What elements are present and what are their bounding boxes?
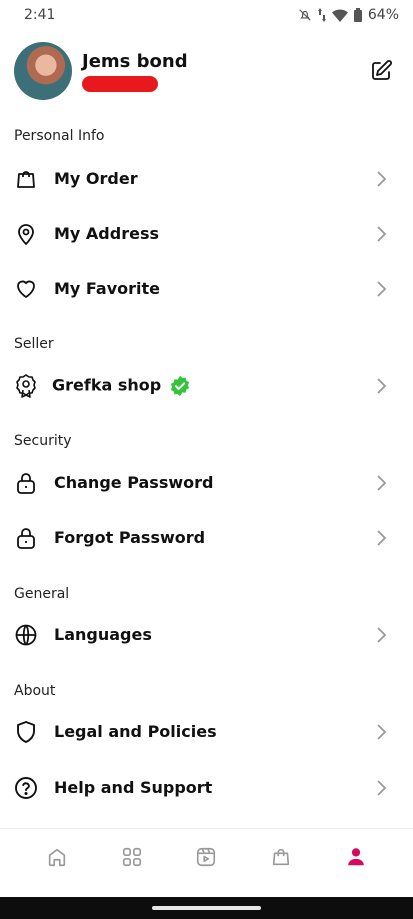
data-arrows-icon — [317, 8, 326, 22]
menu-label: My Order — [54, 169, 138, 188]
shopping-bag-icon — [272, 848, 290, 865]
lock-icon — [17, 472, 35, 494]
status-time: 2:41 — [24, 7, 56, 23]
menu-my-order[interactable]: My Order — [0, 151, 413, 206]
help-circle-icon — [15, 776, 37, 799]
system-nav-bar — [0, 897, 413, 919]
section-about: About — [14, 683, 56, 699]
notifications-off-icon — [299, 9, 311, 21]
nav-categories[interactable] — [118, 843, 146, 871]
person-icon — [347, 847, 364, 865]
heart-icon — [17, 280, 35, 298]
home-icon — [49, 848, 66, 866]
verified-badge-icon — [171, 375, 190, 396]
grid-icon — [122, 847, 141, 866]
menu-label-wrap: Grefka shop — [52, 375, 191, 397]
menu-label: Legal and Policies — [54, 722, 217, 741]
menu-languages[interactable]: Languages — [0, 607, 413, 662]
nav-cart[interactable] — [267, 843, 295, 871]
redacted-contact — [82, 75, 158, 92]
menu-label: Languages — [54, 625, 152, 644]
menu-label: Change Password — [54, 473, 214, 492]
bottom-nav — [0, 828, 413, 884]
nav-home[interactable] — [43, 843, 71, 871]
globe-icon — [15, 624, 37, 645]
menu-label: Help and Support — [54, 778, 213, 797]
nav-videos[interactable] — [192, 843, 220, 871]
menu-label: Forgot Password — [54, 528, 206, 547]
chevron-right-icon — [377, 170, 387, 187]
section-general: General — [14, 586, 70, 602]
wifi-icon — [331, 8, 348, 22]
menu-forgot-password[interactable]: Forgot Password — [0, 510, 413, 565]
chevron-right-icon — [377, 474, 387, 491]
menu-label: My Address — [54, 224, 159, 243]
menu-my-favorite[interactable]: My Favorite — [0, 261, 413, 316]
video-play-icon — [197, 847, 216, 866]
menu-help[interactable]: Help and Support — [0, 760, 413, 815]
chevron-right-icon — [377, 377, 387, 394]
section-security: Security — [14, 433, 72, 449]
avatar[interactable] — [14, 42, 72, 100]
shop-name: Grefka shop — [52, 375, 162, 394]
location-pin-icon — [18, 223, 34, 245]
menu-change-password[interactable]: Change Password — [0, 455, 413, 510]
chevron-right-icon — [377, 723, 387, 740]
chevron-right-icon — [377, 529, 387, 546]
menu-shop[interactable]: Grefka shop — [0, 358, 413, 413]
chevron-right-icon — [377, 280, 387, 297]
shield-icon — [17, 720, 35, 743]
edit-profile-button[interactable] — [369, 59, 393, 83]
battery-percent: 64% — [367, 7, 399, 23]
menu-my-address[interactable]: My Address — [0, 206, 413, 261]
nav-profile[interactable] — [342, 843, 370, 871]
status-icons: 64% — [298, 7, 399, 23]
chevron-right-icon — [377, 225, 387, 242]
status-bar: 2:41 64% — [0, 0, 413, 30]
section-personal-info: Personal Info — [14, 128, 105, 144]
chevron-right-icon — [377, 779, 387, 796]
battery-icon — [353, 8, 362, 22]
profile-header: Jems bond — [14, 42, 399, 100]
home-gesture-bar[interactable] — [152, 906, 261, 910]
bag-icon — [17, 170, 35, 188]
profile-name: Jems bond — [82, 50, 188, 72]
edit-icon — [372, 60, 392, 80]
lock-icon — [17, 527, 35, 549]
menu-legal[interactable]: Legal and Policies — [0, 704, 413, 759]
award-badge-icon — [16, 373, 36, 398]
section-seller: Seller — [14, 336, 54, 352]
chevron-right-icon — [377, 626, 387, 643]
menu-label: My Favorite — [54, 279, 161, 298]
